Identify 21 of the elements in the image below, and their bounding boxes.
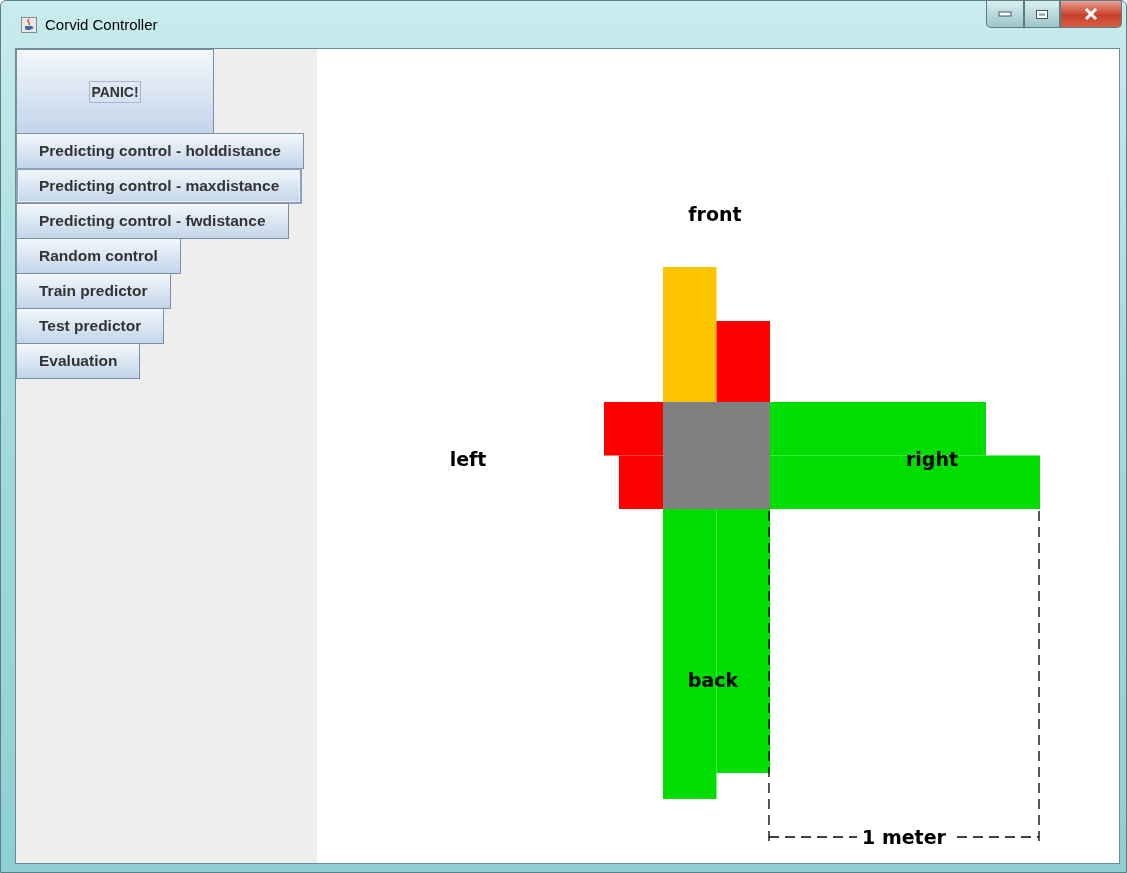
direction-label: right: [905, 448, 959, 470]
mode-button[interactable]: Predicting control - fwdistance: [16, 203, 289, 239]
close-icon: [1083, 8, 1099, 20]
java-cup-icon: [21, 16, 37, 33]
mode-button[interactable]: Predicting control - maxdistance: [16, 168, 303, 204]
mode-button[interactable]: Evaluation: [16, 343, 141, 379]
direction-label: left: [449, 448, 487, 470]
maximize-icon: [1035, 8, 1049, 20]
minimize-icon: [998, 11, 1012, 17]
direction-label: front: [688, 203, 742, 225]
direction-label: back: [687, 669, 739, 691]
mode-button[interactable]: Random control: [16, 238, 181, 274]
minimize-button[interactable]: [986, 1, 1024, 28]
scale-label: 1 meter: [862, 826, 946, 848]
window-title: Corvid Controller: [45, 16, 158, 33]
mode-button[interactable]: Test predictor: [16, 308, 165, 344]
mode-button[interactable]: Predicting control - holddistance: [16, 133, 304, 169]
maximize-button[interactable]: [1024, 1, 1060, 28]
mode-button[interactable]: Train predictor: [16, 273, 171, 309]
panic-button[interactable]: PANIC!: [16, 49, 214, 134]
close-button[interactable]: [1060, 1, 1122, 28]
